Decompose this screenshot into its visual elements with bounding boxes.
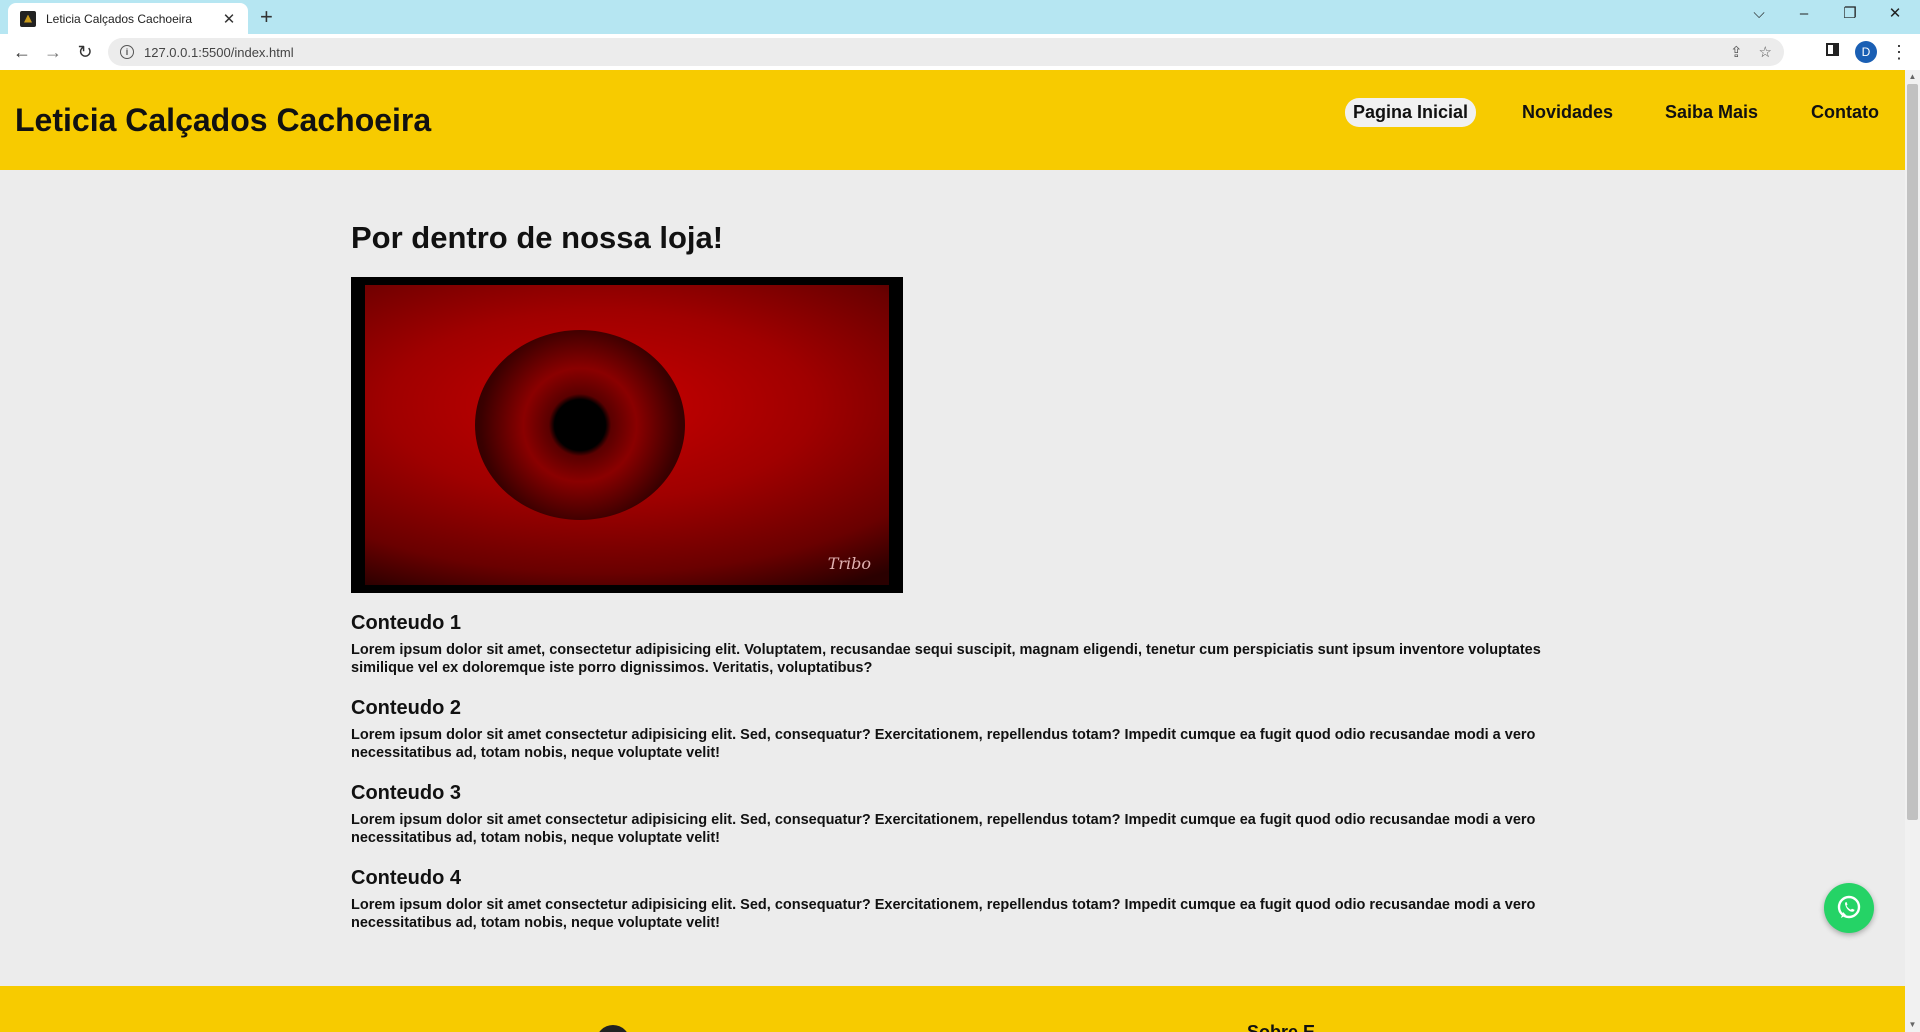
- content-section-3: Conteudo 3 Lorem ipsum dolor sit amet co…: [351, 781, 1561, 847]
- section-heading: Conteudo 3: [351, 782, 461, 804]
- share-icon[interactable]: ⇪: [1730, 43, 1743, 61]
- site-header: Leticia Calçados Cachoeira Pagina Inicia…: [0, 70, 1905, 170]
- menu-icon[interactable]: ⋮: [1890, 40, 1908, 64]
- content-section-2: Conteudo 2 Lorem ipsum dolor sit amet co…: [351, 696, 1561, 762]
- side-panel-icon[interactable]: [1826, 43, 1839, 56]
- tab-bar: Leticia Calçados Cachoeira ✕ + ⌵ – ❐ ✕: [0, 0, 1920, 34]
- nav-novidades[interactable]: Novidades: [1514, 98, 1621, 127]
- minimize-button[interactable]: –: [1789, 4, 1819, 24]
- section-text: Lorem ipsum dolor sit amet consectetur a…: [351, 897, 1536, 931]
- content-section-4: Conteudo 4 Lorem ipsum dolor sit amet co…: [351, 866, 1561, 932]
- store-photo: Tribo: [351, 277, 903, 593]
- eye-iris: [475, 330, 685, 520]
- page-viewport: Leticia Calçados Cachoeira Pagina Inicia…: [0, 70, 1905, 1032]
- footer-logo-icon: [596, 1025, 630, 1032]
- browser-toolbar: ← → ↻ i 127.0.0.1:5500/index.html ⇪ ☆ D …: [0, 34, 1920, 70]
- star-icon[interactable]: ☆: [1759, 43, 1772, 61]
- site-brand: Leticia Calçados Cachoeira: [15, 102, 432, 138]
- forward-icon[interactable]: →: [41, 41, 65, 63]
- section-text: Lorem ipsum dolor sit amet, consectetur …: [351, 642, 1541, 676]
- section-text: Lorem ipsum dolor sit amet consectetur a…: [351, 727, 1536, 761]
- footer-heading: Sobre E: [1247, 1022, 1316, 1032]
- page-title: Por dentro de nossa loja!: [351, 220, 724, 255]
- image-watermark: Tribo: [827, 554, 871, 573]
- section-heading: Conteudo 1: [351, 612, 461, 634]
- back-icon[interactable]: ←: [10, 41, 34, 63]
- window-close-button[interactable]: ✕: [1880, 4, 1910, 24]
- scroll-up-icon[interactable]: ▲: [1905, 70, 1920, 84]
- profile-avatar[interactable]: D: [1855, 41, 1877, 63]
- scrollbar-thumb[interactable]: [1907, 84, 1918, 820]
- whatsapp-button[interactable]: [1824, 883, 1874, 933]
- content-section-1: Conteudo 1 Lorem ipsum dolor sit amet, c…: [351, 611, 1561, 677]
- nav-contato[interactable]: Contato: [1803, 98, 1887, 127]
- page-scrollbar[interactable]: ▲ ▼: [1905, 70, 1920, 1032]
- restore-button[interactable]: ❐: [1835, 4, 1865, 24]
- section-heading: Conteudo 2: [351, 697, 461, 719]
- tab-title: Leticia Calçados Cachoeira: [46, 11, 193, 26]
- info-icon[interactable]: i: [120, 45, 134, 59]
- browser-tab[interactable]: Leticia Calçados Cachoeira ✕: [8, 3, 248, 34]
- new-tab-button[interactable]: +: [260, 5, 273, 29]
- url-text[interactable]: 127.0.0.1:5500/index.html: [144, 45, 1714, 60]
- nav-pagina-inicial[interactable]: Pagina Inicial: [1345, 98, 1477, 127]
- tab-close-icon[interactable]: ✕: [220, 10, 238, 28]
- scroll-down-icon[interactable]: ▼: [1905, 1018, 1920, 1032]
- section-heading: Conteudo 4: [351, 867, 461, 889]
- eye-image: Tribo: [365, 285, 889, 585]
- site-footer: Sobre E: [0, 986, 1905, 1032]
- address-bar[interactable]: i 127.0.0.1:5500/index.html ⇪ ☆: [108, 38, 1784, 66]
- reload-icon[interactable]: ↻: [73, 41, 97, 63]
- section-text: Lorem ipsum dolor sit amet consectetur a…: [351, 812, 1536, 846]
- tab-search-icon[interactable]: ⌵: [1744, 4, 1774, 24]
- whatsapp-icon: [1837, 895, 1861, 919]
- site-favicon-icon: [20, 10, 36, 27]
- nav-saiba-mais[interactable]: Saiba Mais: [1657, 98, 1766, 127]
